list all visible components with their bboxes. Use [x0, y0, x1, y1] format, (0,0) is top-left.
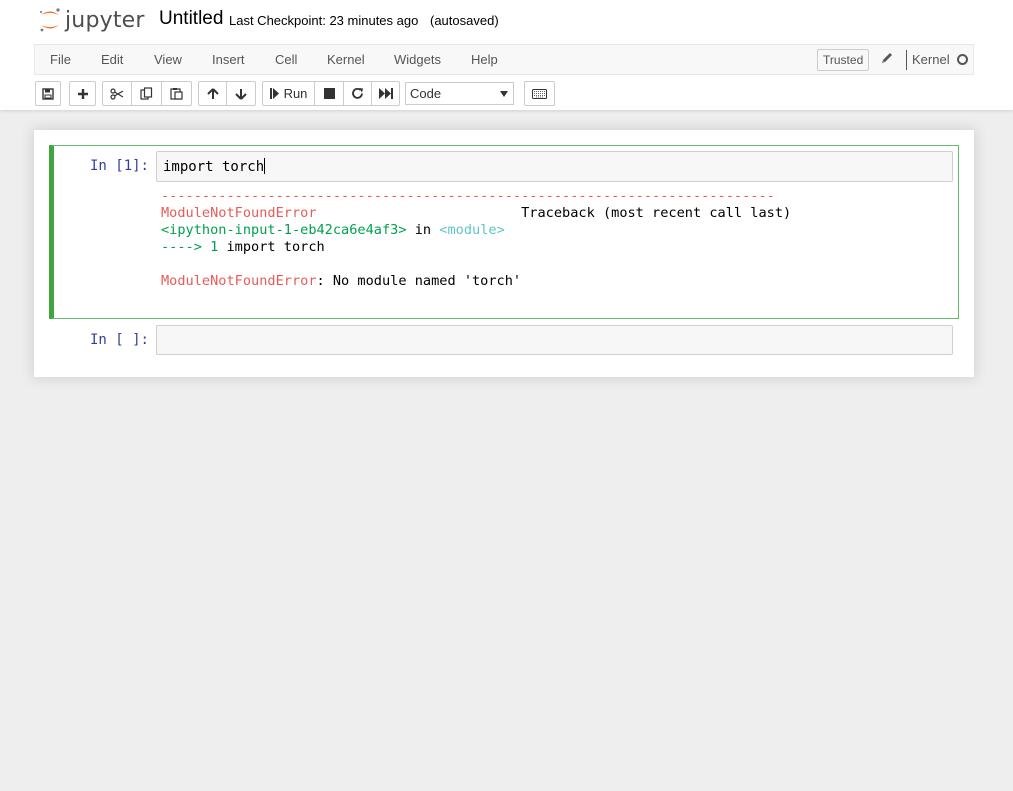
fast-forward-icon: [378, 88, 393, 99]
keyboard-icon: [532, 88, 547, 99]
code-text: import torch: [163, 159, 265, 175]
logo-text: jupyter: [65, 7, 145, 33]
insert-cell-button[interactable]: [69, 81, 96, 106]
menu-widgets[interactable]: Widgets: [394, 52, 441, 67]
menu-view[interactable]: View: [154, 52, 182, 67]
command-palette-button[interactable]: [524, 81, 555, 106]
caret-down-icon: [500, 91, 508, 97]
traceback-code: import torch: [226, 239, 325, 255]
menu-insert[interactable]: Insert: [212, 52, 245, 67]
run-button[interactable]: Run: [262, 81, 315, 106]
cell-type-value: Code: [410, 86, 442, 101]
cell-prompt: In [1]:: [89, 158, 149, 174]
save-icon: [42, 87, 54, 100]
copy-icon: [140, 87, 153, 100]
run-label: Run: [283, 86, 308, 101]
paste-icon: [170, 88, 183, 100]
error-output: ----------------------------------------…: [161, 188, 791, 290]
code-cell[interactable]: In [ ]:: [49, 323, 959, 358]
arrow-down-icon: [235, 88, 247, 100]
traceback-arrow: ----> 1: [161, 239, 227, 255]
code-input[interactable]: [156, 325, 953, 355]
cell-prompt: In [ ]:: [89, 332, 149, 348]
autosave-status: (autosaved): [430, 13, 499, 28]
traceback-separator: ----------------------------------------…: [161, 188, 775, 204]
menu-kernel[interactable]: Kernel: [327, 52, 365, 67]
move-down-button[interactable]: [226, 81, 256, 106]
checkpoint-status: Last Checkpoint: 23 minutes ago: [229, 13, 419, 28]
error-message: : No module named 'torch': [316, 273, 522, 289]
text-cursor: [264, 158, 266, 174]
notebook-name[interactable]: Untitled: [159, 8, 223, 30]
kernel-idle-icon: [957, 54, 968, 65]
menu-help[interactable]: Help: [471, 52, 498, 67]
menubar: File Edit View Insert Cell Kernel Widget…: [34, 44, 974, 75]
refresh-icon: [352, 87, 363, 99]
toolbar: Run Code: [0, 80, 1013, 108]
jupyter-logo[interactable]: jupyter: [38, 6, 145, 34]
menu-edit[interactable]: Edit: [101, 52, 123, 67]
error-name: ModuleNotFoundError: [161, 205, 317, 221]
code-input[interactable]: import torch: [156, 151, 953, 182]
module-reference: <module>: [439, 222, 505, 238]
save-button[interactable]: [35, 81, 61, 106]
code-cell-selected[interactable]: In [1]: import torch -------------------…: [49, 145, 959, 319]
in-word: in: [406, 222, 440, 238]
stop-icon: [323, 88, 335, 99]
menu-file[interactable]: File: [50, 52, 71, 67]
restart-run-all-button[interactable]: [371, 81, 400, 106]
move-up-button[interactable]: [198, 81, 227, 106]
notebook-container: In [1]: import torch -------------------…: [34, 130, 974, 377]
step-forward-icon: [269, 88, 279, 99]
plus-icon: [77, 88, 88, 99]
paste-button[interactable]: [161, 81, 192, 106]
menu-cell[interactable]: Cell: [275, 52, 297, 67]
input-reference: <ipython-input-1-eb42ca6e4af3>: [161, 222, 407, 238]
scissors-icon: [110, 87, 124, 100]
traceback-label: Traceback (most recent call last): [521, 205, 792, 221]
arrow-up-icon: [206, 87, 219, 99]
error-name-final: ModuleNotFoundError: [161, 273, 317, 289]
restart-button[interactable]: [343, 81, 372, 106]
jupyter-logo-icon: [40, 8, 60, 32]
interrupt-button[interactable]: [314, 81, 344, 106]
copy-button[interactable]: [131, 81, 162, 106]
kernel-name: Kernel: [912, 52, 950, 67]
kernel-separator: [906, 50, 907, 70]
cut-button[interactable]: [102, 81, 132, 106]
trusted-indicator[interactable]: Trusted: [817, 49, 870, 71]
pencil-icon[interactable]: [880, 51, 894, 65]
cell-type-select[interactable]: Code: [405, 82, 514, 105]
header: jupyter Untitled Last Checkpoint: 23 min…: [0, 0, 1013, 110]
